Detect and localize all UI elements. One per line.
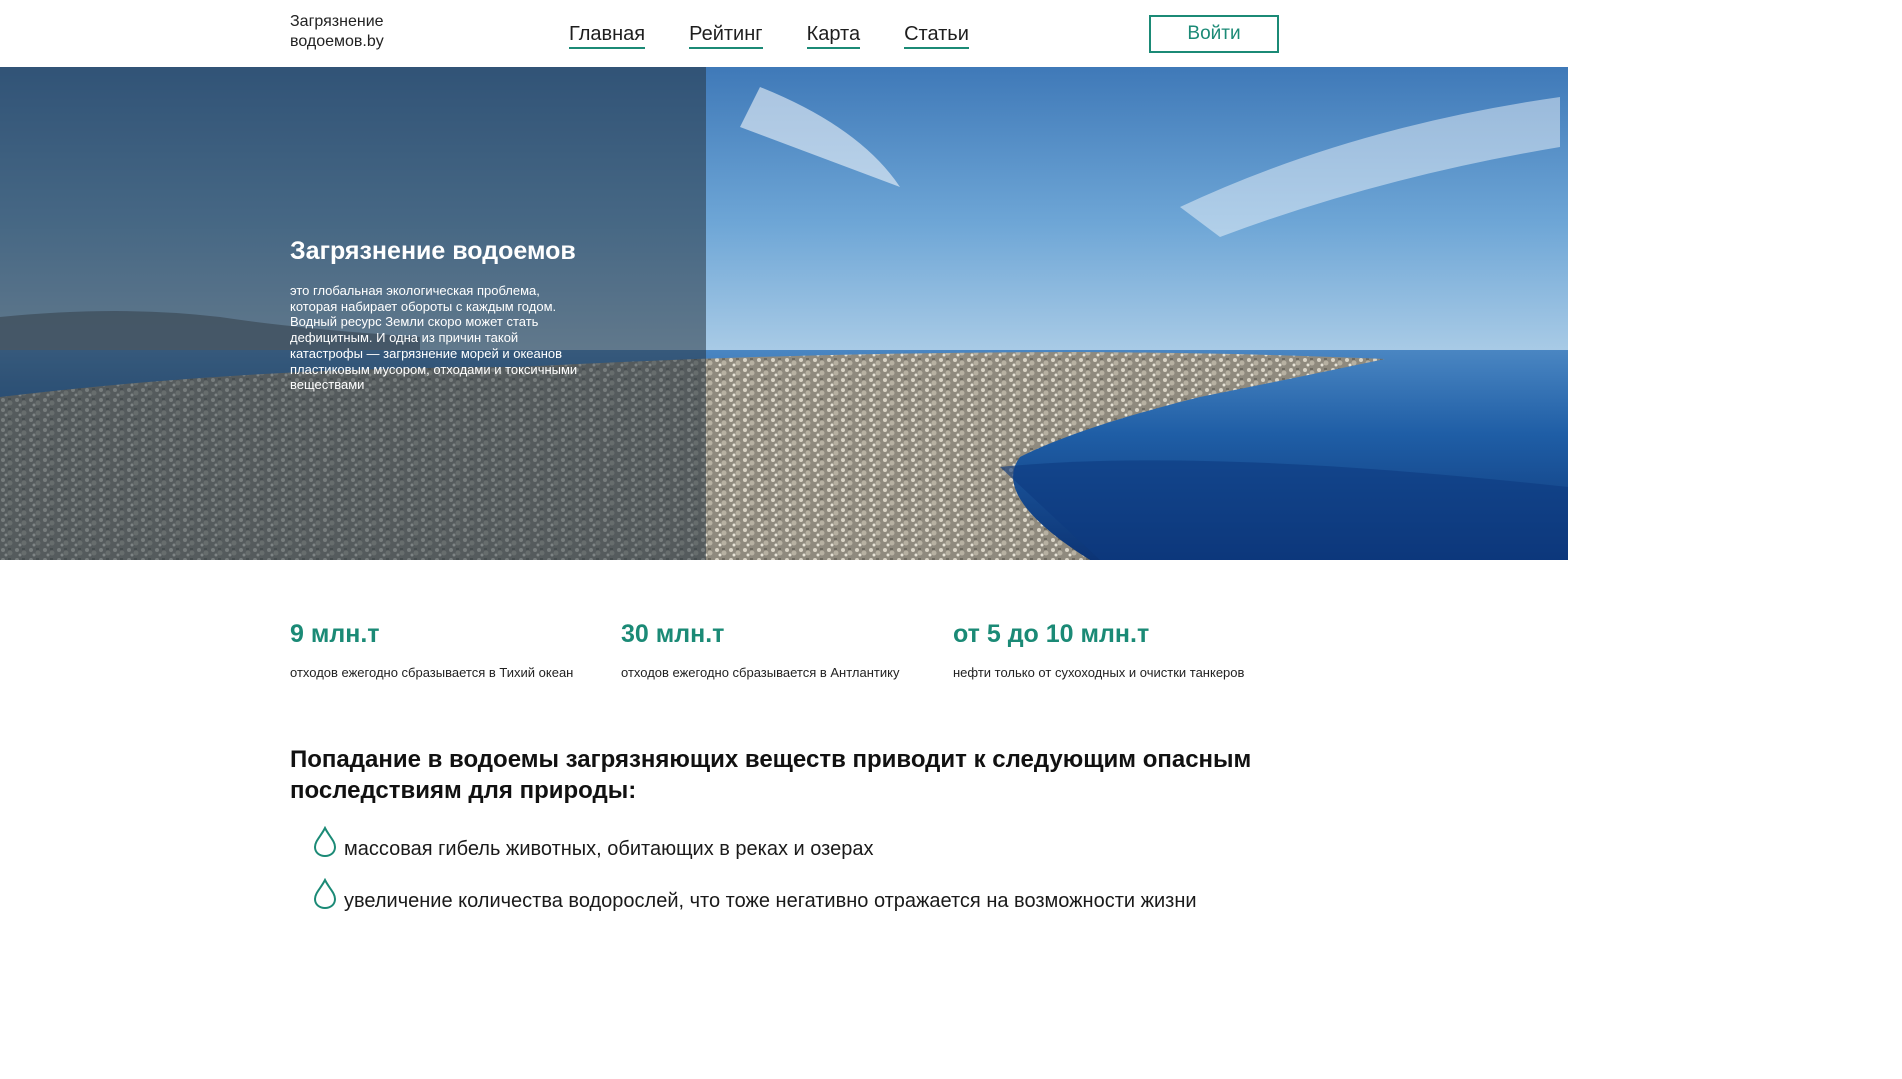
logo-line-1: Загрязнение xyxy=(290,13,384,30)
water-drop-icon xyxy=(313,826,337,858)
stat-value: 9 млн.т xyxy=(290,620,380,648)
stat-atlantic: 30 млн.т отходов ежегодно сбразывается в… xyxy=(621,620,899,680)
stat-value: 30 млн.т xyxy=(621,620,725,648)
site-logo[interactable]: Загрязнение водоемов.by xyxy=(290,12,384,52)
consequences-title: Попадание в водоемы загрязняющих веществ… xyxy=(290,746,1252,804)
login-button[interactable]: Войти xyxy=(1149,15,1279,53)
list-item: массовая гибель животных, обитающих в ре… xyxy=(312,826,1272,878)
site-header: Загрязнение водоемов.by Главная Рейтинг … xyxy=(0,0,1568,67)
stat-label: отходов ежегодно сбразывается в Антланти… xyxy=(621,665,900,680)
logo-line-2: водоемов.by xyxy=(290,33,384,50)
nav-link-home[interactable]: Главная xyxy=(569,22,646,49)
nav-link-rating[interactable]: Рейтинг xyxy=(689,22,763,49)
list-item-text: увеличение количества водорослей, что то… xyxy=(344,890,1197,912)
stat-label: отходов ежегодно сбразывается в Тихий ок… xyxy=(290,665,574,680)
hero-title: Загрязнение водоемов xyxy=(290,237,576,265)
list-item-text: массовая гибель животных, обитающих в ре… xyxy=(344,838,874,860)
water-drop-icon xyxy=(313,878,337,910)
stat-label: нефти только от сухоходных и очистки тан… xyxy=(953,665,1245,680)
main-nav: Главная Рейтинг Карта Статьи xyxy=(569,22,969,49)
hero-banner: Загрязнение водоемов это глобальная экол… xyxy=(0,67,1568,560)
stat-oil: от 5 до 10 млн.т нефти только от сухоход… xyxy=(953,620,1244,680)
stat-value: от 5 до 10 млн.т xyxy=(953,620,1150,648)
hero-description: это глобальная экологическая проблема, к… xyxy=(290,283,578,393)
nav-link-articles[interactable]: Статьи xyxy=(904,22,969,49)
consequences-list: массовая гибель животных, обитающих в ре… xyxy=(312,826,1272,930)
nav-link-map[interactable]: Карта xyxy=(806,22,861,49)
stat-pacific: 9 млн.т отходов ежегодно сбразывается в … xyxy=(290,620,573,680)
list-item: увеличение количества водорослей, что то… xyxy=(312,878,1272,930)
